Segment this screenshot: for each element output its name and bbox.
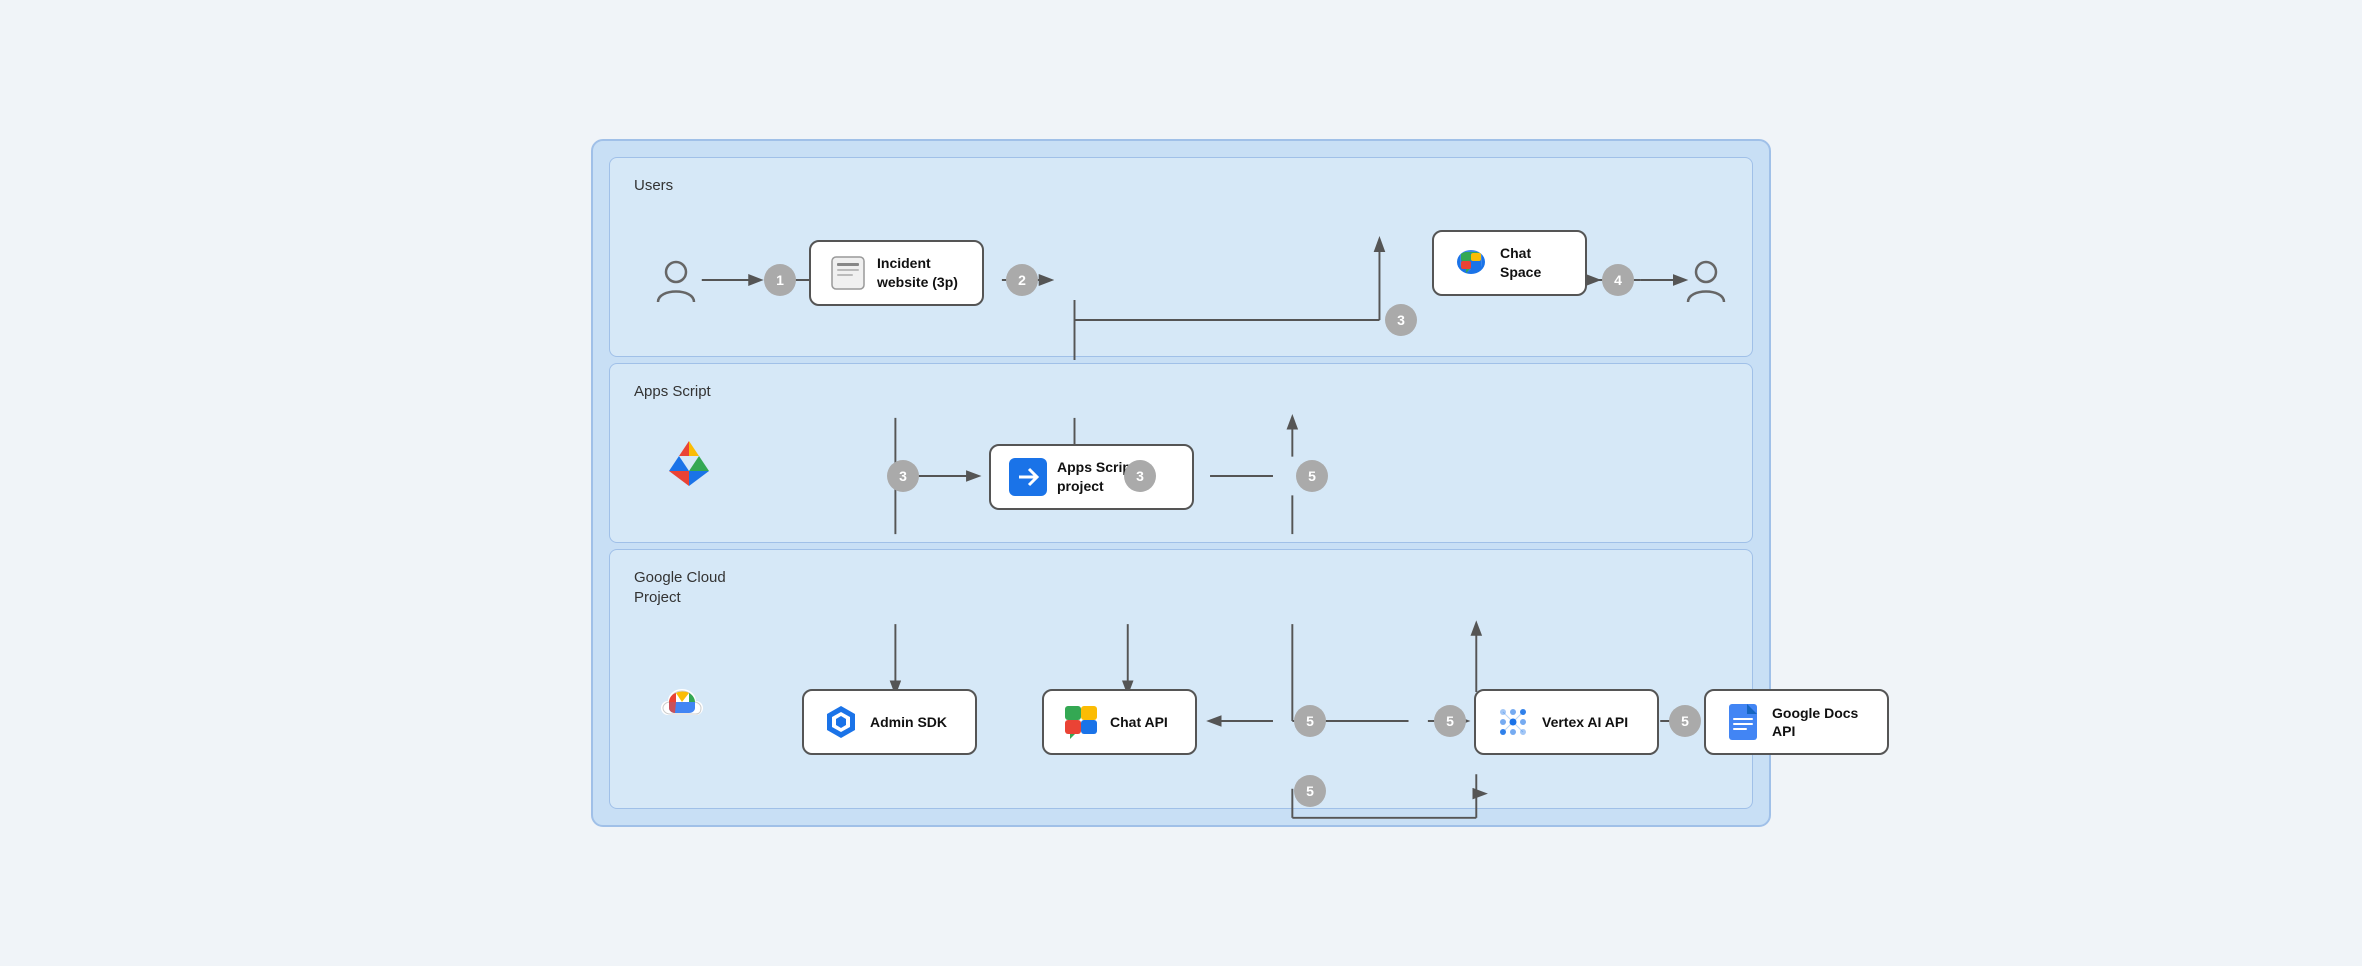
lane-google-cloud-label: Google Cloud Project [634, 568, 1728, 607]
lane-google-cloud: Google Cloud Project [609, 549, 1753, 809]
lane-apps-script: Apps Script [609, 363, 1753, 543]
lane-users-label: Users [634, 176, 1728, 196]
user-left-icon [654, 258, 698, 307]
incident-website-box: Incident website (3p) [809, 240, 984, 306]
badge-3-users: 3 [1385, 304, 1417, 336]
vertex-ai-box: Vertex AI API [1474, 689, 1659, 755]
user-right-icon [1684, 258, 1728, 307]
badge-5-chatapi: 5 [1294, 705, 1326, 737]
badge-5-bottom: 5 [1294, 775, 1326, 807]
badge-5-right: 5 [1296, 460, 1328, 492]
badge-5-vertex-top: 5 [1434, 705, 1466, 737]
badge-5-docs: 5 [1669, 705, 1701, 737]
apps-script-project-box: Apps Script project [989, 444, 1194, 510]
badge-3-admin: 3 [887, 460, 919, 492]
google-docs-box: Google Docs API [1704, 689, 1889, 755]
badge-4: 4 [1602, 264, 1634, 296]
badge-1: 1 [764, 264, 796, 296]
diagram-container: Users [591, 139, 1771, 827]
gcp-logo [654, 681, 710, 730]
admin-sdk-box: Admin SDK [802, 689, 977, 755]
lane-apps-script-label: Apps Script [634, 382, 1728, 402]
lane-users: Users [609, 157, 1753, 357]
badge-3-chat: 3 [1124, 460, 1156, 492]
chat-api-box: Chat API [1042, 689, 1197, 755]
badge-2: 2 [1006, 264, 1038, 296]
chat-space-box: Chat Space [1432, 230, 1587, 296]
apps-script-logo [664, 436, 714, 491]
